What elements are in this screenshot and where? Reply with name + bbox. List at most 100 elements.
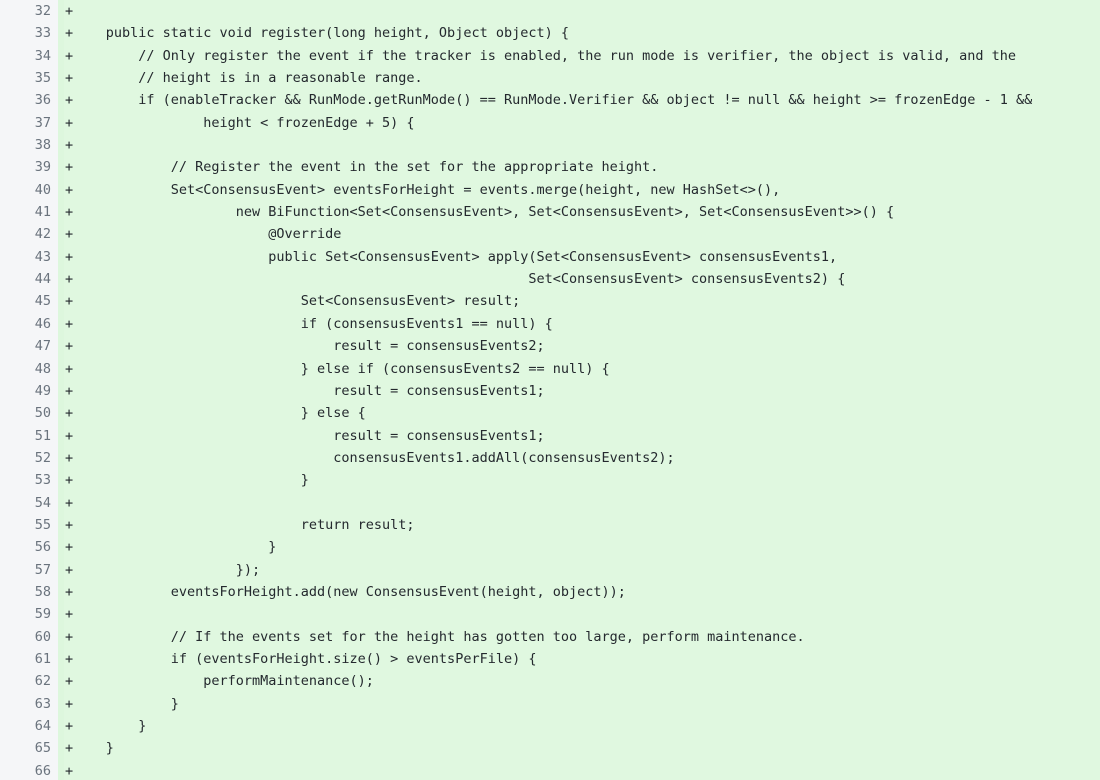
diff-code-cell[interactable]: + // Only register the event if the trac… <box>58 44 1100 68</box>
line-number[interactable]: 51 <box>0 424 61 447</box>
line-number[interactable]: 39 <box>0 156 61 179</box>
line-number[interactable]: 58 <box>0 580 61 604</box>
line-number[interactable]: 44 <box>0 268 61 291</box>
diff-code-cell[interactable]: + }); <box>58 558 1100 581</box>
diff-addition-marker: + <box>65 159 74 176</box>
line-number[interactable]: 34 <box>0 44 61 68</box>
line-number[interactable]: 56 <box>0 536 61 559</box>
diff-code-cell[interactable]: + // height is in a reasonable range. <box>58 67 1100 90</box>
diff-code-cell[interactable]: + } <box>58 715 1100 738</box>
line-number[interactable]: 37 <box>0 111 61 135</box>
diff-addition-marker: + <box>65 248 74 265</box>
diff-code-cell[interactable]: + if (enableTracker && RunMode.getRunMod… <box>58 89 1100 112</box>
diff-line-row: 55 + return result; <box>0 513 1100 537</box>
line-number[interactable]: 48 <box>0 357 61 380</box>
code-line-text: height < frozenEdge + 5) { <box>73 114 415 131</box>
line-number[interactable]: 54 <box>0 491 61 514</box>
line-number[interactable]: 47 <box>0 335 61 358</box>
code-line-text: // height is in a reasonable range. <box>73 70 423 87</box>
diff-line-row: 59 + <box>0 603 1100 626</box>
line-number[interactable]: 49 <box>0 379 61 403</box>
line-number[interactable]: 42 <box>0 223 61 246</box>
line-number[interactable]: 53 <box>0 469 61 492</box>
diff-code-cell[interactable]: + if (consensusEvents1 == null) { <box>58 312 1100 336</box>
line-number[interactable]: 50 <box>0 402 61 425</box>
diff-code-cell[interactable]: + performMaintenance(); <box>58 670 1100 693</box>
diff-addition-marker: + <box>65 606 74 623</box>
diff-code-cell[interactable]: + eventsForHeight.add(new ConsensusEvent… <box>58 580 1100 604</box>
diff-code-cell[interactable]: + public static void register(long heigh… <box>58 22 1100 45</box>
line-number[interactable]: 64 <box>0 715 61 738</box>
diff-code-cell[interactable]: + Set<ConsensusEvent> consensusEvents2) … <box>58 268 1100 291</box>
code-line-text: }); <box>73 561 261 578</box>
diff-code-cell[interactable]: + consensusEvents1.addAll(consensusEvent… <box>58 446 1100 470</box>
diff-addition-marker: + <box>65 315 74 332</box>
diff-addition-marker: + <box>65 70 74 87</box>
line-number[interactable]: 60 <box>0 625 61 648</box>
line-number[interactable]: 66 <box>0 759 61 780</box>
diff-code-cell[interactable]: + @Override <box>58 223 1100 246</box>
diff-code-cell[interactable]: + result = consensusEvents1; <box>58 424 1100 447</box>
diff-addition-marker: + <box>65 3 74 19</box>
diff-code-cell[interactable]: + } <box>58 692 1100 715</box>
diff-code-cell[interactable]: + new BiFunction<Set<ConsensusEvent>, Se… <box>58 201 1100 224</box>
line-number[interactable]: 59 <box>0 603 61 626</box>
diff-code-cell[interactable]: + height < frozenEdge + 5) { <box>58 111 1100 135</box>
line-number[interactable]: 43 <box>0 245 61 269</box>
code-line-text: } <box>73 718 147 734</box>
diff-code-cell[interactable]: + // If the events set for the height ha… <box>58 625 1100 648</box>
line-number[interactable]: 63 <box>0 692 61 715</box>
diff-code-cell[interactable]: + } <box>58 536 1100 559</box>
diff-code-cell[interactable]: + } else { <box>58 402 1100 425</box>
diff-addition-marker: + <box>65 226 74 243</box>
diff-code-cell[interactable]: + if (eventsForHeight.size() > eventsPer… <box>58 647 1100 671</box>
diff-code-cell[interactable]: + return result; <box>58 513 1100 537</box>
code-line-text: } else { <box>73 405 366 422</box>
diff-addition-marker: + <box>65 561 74 578</box>
diff-line-row: 62 + performMaintenance(); <box>0 670 1100 693</box>
line-number[interactable]: 46 <box>0 312 61 336</box>
diff-code-cell[interactable]: + Set<ConsensusEvent> eventsForHeight = … <box>58 178 1100 202</box>
diff-line-row: 44 + Set<ConsensusEvent> consensusEvents2… <box>0 268 1100 291</box>
line-number[interactable]: 41 <box>0 201 61 224</box>
line-number[interactable]: 40 <box>0 178 61 202</box>
diff-addition-marker: + <box>65 472 74 489</box>
line-number[interactable]: 61 <box>0 647 61 671</box>
line-number[interactable]: 36 <box>0 89 61 112</box>
line-number[interactable]: 57 <box>0 558 61 581</box>
diff-code-cell[interactable]: + result = consensusEvents1; <box>58 379 1100 403</box>
diff-code-cell[interactable]: + Set<ConsensusEvent> result; <box>58 290 1100 313</box>
line-number[interactable]: 62 <box>0 670 61 693</box>
diff-code-cell[interactable]: + result = consensusEvents2; <box>58 335 1100 358</box>
diff-code-cell[interactable]: + public Set<ConsensusEvent> apply(Set<C… <box>58 245 1100 269</box>
diff-code-cell[interactable]: + <box>58 0 1100 23</box>
line-number[interactable]: 45 <box>0 290 61 313</box>
diff-code-cell[interactable]: + } <box>58 469 1100 492</box>
diff-code-cell[interactable]: + <box>58 134 1100 157</box>
diff-line-row: 49 + result = consensusEvents1; <box>0 379 1100 403</box>
line-number[interactable]: 38 <box>0 134 61 157</box>
diff-line-row: 34 + // Only register the event if the tr… <box>0 44 1100 68</box>
diff-addition-marker: + <box>65 338 74 355</box>
diff-line-row: 35 + // height is in a reasonable range. <box>0 67 1100 90</box>
line-number[interactable]: 65 <box>0 737 61 760</box>
diff-code-cell[interactable]: + <box>58 759 1100 780</box>
diff-code-cell[interactable]: + } else if (consensusEvents2 == null) { <box>58 357 1100 380</box>
diff-code-cell[interactable]: + <box>58 603 1100 626</box>
diff-code-cell[interactable]: + <box>58 491 1100 514</box>
diff-line-row: 42 + @Override <box>0 223 1100 246</box>
diff-line-row: 64 + } <box>0 715 1100 738</box>
code-line-text: // Only register the event if the tracke… <box>73 47 1016 64</box>
line-number[interactable]: 35 <box>0 67 61 90</box>
line-number[interactable]: 52 <box>0 446 61 470</box>
diff-line-row: 65 + } <box>0 737 1100 760</box>
diff-code-cell[interactable]: + // Register the event in the set for t… <box>58 156 1100 179</box>
code-line-text: new BiFunction<Set<ConsensusEvent>, Set<… <box>73 204 895 221</box>
diff-addition-marker: + <box>65 114 74 131</box>
line-number[interactable]: 32 <box>0 0 61 23</box>
line-number[interactable]: 55 <box>0 513 61 537</box>
diff-code-cell[interactable]: + } <box>58 737 1100 760</box>
diff-line-row: 51 + result = consensusEvents1; <box>0 424 1100 447</box>
line-number[interactable]: 33 <box>0 22 61 45</box>
diff-addition-marker: + <box>65 25 74 42</box>
